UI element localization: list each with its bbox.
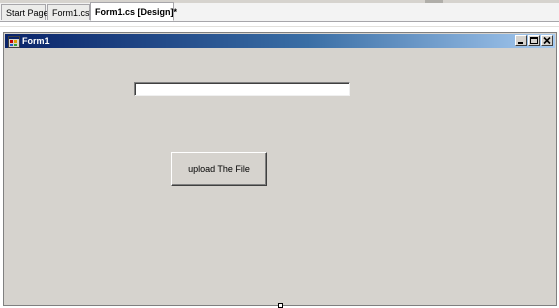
- maximize-button[interactable]: [528, 35, 540, 46]
- horizontal-scroll-thumb[interactable]: [425, 0, 443, 3]
- upload-file-button[interactable]: upload The File: [171, 152, 267, 186]
- form-app-icon: [8, 35, 20, 48]
- minimize-button[interactable]: [515, 35, 527, 46]
- designer-separator: [0, 26, 559, 27]
- tab-form1-code[interactable]: Form1.cs*: [47, 4, 94, 20]
- form1-window[interactable]: Form1 upload The File: [3, 32, 557, 306]
- tab-label: Start Page: [6, 8, 49, 18]
- file-path-textbox[interactable]: [134, 82, 350, 96]
- close-button[interactable]: [541, 35, 553, 46]
- document-tab-strip: Start Page Form1.cs* Form1.cs [Design]*: [0, 0, 559, 22]
- tab-strip-top-edge: [0, 0, 559, 3]
- form-resize-handle[interactable]: [278, 303, 283, 308]
- tab-label: Form1.cs*: [52, 8, 94, 18]
- form-title: Form1: [22, 36, 50, 46]
- form-client-area: upload The File: [5, 48, 555, 304]
- tab-form1-design[interactable]: Form1.cs [Design]*: [90, 2, 178, 21]
- tab-label: Form1.cs [Design]*: [95, 7, 178, 17]
- form-title-bar[interactable]: Form1: [5, 34, 555, 48]
- tab-start-page[interactable]: Start Page: [1, 4, 49, 20]
